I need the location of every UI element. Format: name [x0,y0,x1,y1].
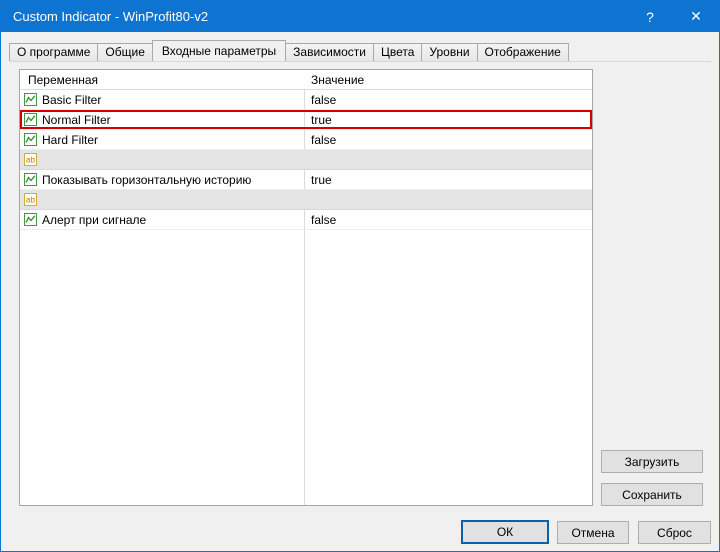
save-button[interactable]: Сохранить [601,483,703,506]
chart-param-icon [24,113,37,126]
param-value-cell[interactable]: true [304,173,592,187]
table-row[interactable]: Hard Filter false [20,130,592,150]
param-value-cell[interactable]: false [304,93,592,107]
chart-param-icon [24,133,37,146]
param-name-cell[interactable]: ab [20,150,304,169]
param-name-cell[interactable]: Показывать горизонтальную историю [20,170,304,189]
tab-5[interactable]: Уровни [421,43,477,61]
param-name-cell[interactable]: ab [20,190,304,209]
ok-button[interactable]: ОК [461,520,549,544]
table-row[interactable]: Показывать горизонтальную историю true [20,170,592,190]
param-name-label: Hard Filter [42,133,98,147]
param-name-label: Показывать горизонтальную историю [42,173,251,187]
param-name-cell[interactable]: Hard Filter [20,130,304,149]
table-row[interactable]: Normal Filter true [20,110,592,130]
column-header-variable[interactable]: Переменная [20,73,304,87]
cancel-button[interactable]: Отмена [557,521,629,544]
table-row[interactable]: Алерт при сигнале false [20,210,592,230]
param-name-label: Normal Filter [42,113,111,127]
custom-indicator-dialog: Custom Indicator - WinProfit80-v2 ? ✕ О … [0,0,720,552]
tab-1[interactable]: Общие [97,43,152,61]
param-name-cell[interactable]: Basic Filter [20,90,304,109]
tab-bar: О программеОбщиеВходные параметрыЗависим… [9,41,711,61]
reset-button[interactable]: Сброс [638,521,711,544]
text-param-icon: ab [24,193,37,206]
param-value-cell[interactable]: false [304,133,592,147]
parameters-table: Переменная Значение Basic Filter false Nor… [19,69,593,506]
window-title: Custom Indicator - WinProfit80-v2 [13,9,208,24]
caption-buttons: ? ✕ [627,1,719,32]
param-value-cell[interactable]: false [304,213,592,227]
text-param-icon: ab [24,153,37,166]
table-row[interactable]: ab [20,190,592,210]
param-name-cell[interactable]: Normal Filter [20,110,304,129]
tab-3[interactable]: Зависимости [285,43,374,61]
table-row[interactable]: Basic Filter false [20,90,592,110]
tab-4[interactable]: Цвета [373,43,422,61]
svg-text:ab: ab [26,156,35,165]
chart-param-icon [24,213,37,226]
svg-text:ab: ab [26,196,35,205]
column-header-value[interactable]: Значение [304,73,592,87]
table-header-row: Переменная Значение [20,70,592,90]
param-value-cell[interactable]: true [304,113,592,127]
tab-0[interactable]: О программе [9,43,98,61]
close-button[interactable]: ✕ [673,1,719,32]
param-name-cell[interactable]: Алерт при сигнале [20,210,304,229]
tab-2[interactable]: Входные параметры [152,40,286,61]
help-button[interactable]: ? [627,1,673,32]
load-button[interactable]: Загрузить [601,450,703,473]
table-row[interactable]: ab [20,150,592,170]
chart-param-icon [24,93,37,106]
param-name-label: Алерт при сигнале [42,213,146,227]
parameter-rows: Basic Filter false Normal Filter true Hard F… [20,90,592,230]
param-name-label: Basic Filter [42,93,101,107]
tab-6[interactable]: Отображение [477,43,569,61]
title-bar: Custom Indicator - WinProfit80-v2 ? ✕ [1,1,719,32]
chart-param-icon [24,173,37,186]
